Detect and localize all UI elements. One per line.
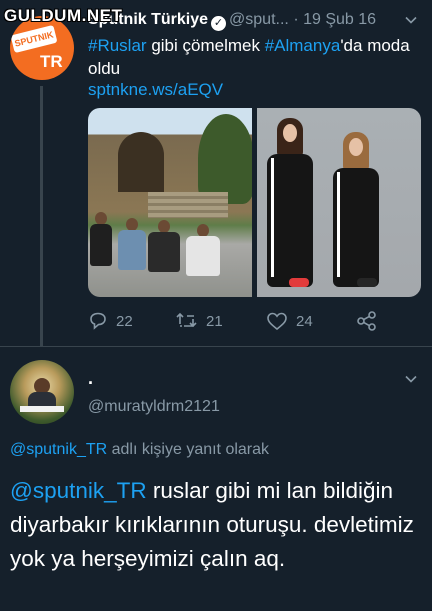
photo-stairs [148, 192, 228, 218]
photo-person [90, 212, 112, 266]
avatar[interactable] [10, 360, 74, 424]
mention-link[interactable]: @sputnik_TR [10, 478, 147, 503]
like-icon [267, 312, 287, 331]
dot-separator: · [293, 11, 299, 28]
tweet-media[interactable] [88, 108, 421, 297]
reply-text: @sputnik_TR ruslar gibi mi lan bildiğin … [10, 474, 425, 576]
retweet-icon [176, 312, 197, 328]
reply-author-name[interactable]: . [88, 368, 93, 389]
thread-line [40, 86, 43, 346]
avatar-logo-text: TR [40, 52, 63, 71]
reply-button[interactable]: 22 [88, 308, 133, 334]
chevron-down-icon[interactable] [404, 13, 418, 27]
avatar-table [20, 406, 64, 412]
like-count: 24 [296, 312, 313, 330]
tweet-header: Sputnik Türkiye ✓ @sput... · 19 Şub 16 [88, 10, 428, 32]
avatar-brand-logo: SPUTNIK [10, 24, 58, 54]
photo-tree [198, 114, 252, 204]
tweet[interactable]: SPUTNIK TR Sputnik Türkiye ✓ @sput... · 19… [0, 0, 432, 346]
tweet-actions: 22 21 24 [88, 308, 388, 334]
tweet-link[interactable]: sptnkne.ws/aEQV [88, 80, 223, 100]
like-button[interactable]: 24 [266, 308, 313, 334]
replying-to-label: adlı kişiye yanıt olarak [107, 441, 270, 458]
hashtag-link[interactable]: #Almanya [265, 36, 341, 55]
photo-person [333, 132, 379, 287]
photo-person [148, 220, 180, 272]
replying-to-line: @sputnik_TR adlı kişiye yanıt olarak [10, 441, 269, 459]
retweet-button[interactable]: 21 [176, 308, 223, 334]
chevron-down-icon[interactable] [404, 372, 418, 386]
photo-stone-arch [118, 132, 164, 192]
author-handle[interactable]: @sput... [229, 11, 289, 28]
verified-icon: ✓ [211, 16, 227, 31]
tweet-text: #Ruslar gibi çömelmek #Almanya'da moda o… [88, 34, 418, 80]
tweet-date[interactable]: 19 Şub 16 [303, 11, 376, 28]
share-button[interactable] [356, 308, 378, 334]
photo-men-squatting[interactable] [88, 108, 252, 297]
replying-to-mention[interactable]: @sputnik_TR [10, 441, 107, 458]
divider [0, 346, 432, 347]
photo-girls-squatting[interactable] [257, 108, 421, 297]
photo-person [118, 218, 146, 270]
photo-person [267, 118, 313, 287]
reply-count: 22 [116, 312, 133, 330]
share-icon [357, 311, 376, 331]
reply-icon [90, 312, 106, 330]
hashtag-link[interactable]: #Ruslar [88, 36, 147, 55]
retweet-count: 21 [206, 312, 223, 330]
site-watermark: GULDUM.NET [4, 6, 123, 25]
tweet-text-segment: gibi çömelmek [146, 36, 265, 55]
reply-author-handle[interactable]: @muratyldrm2121 [88, 398, 220, 416]
photo-person [186, 224, 220, 276]
